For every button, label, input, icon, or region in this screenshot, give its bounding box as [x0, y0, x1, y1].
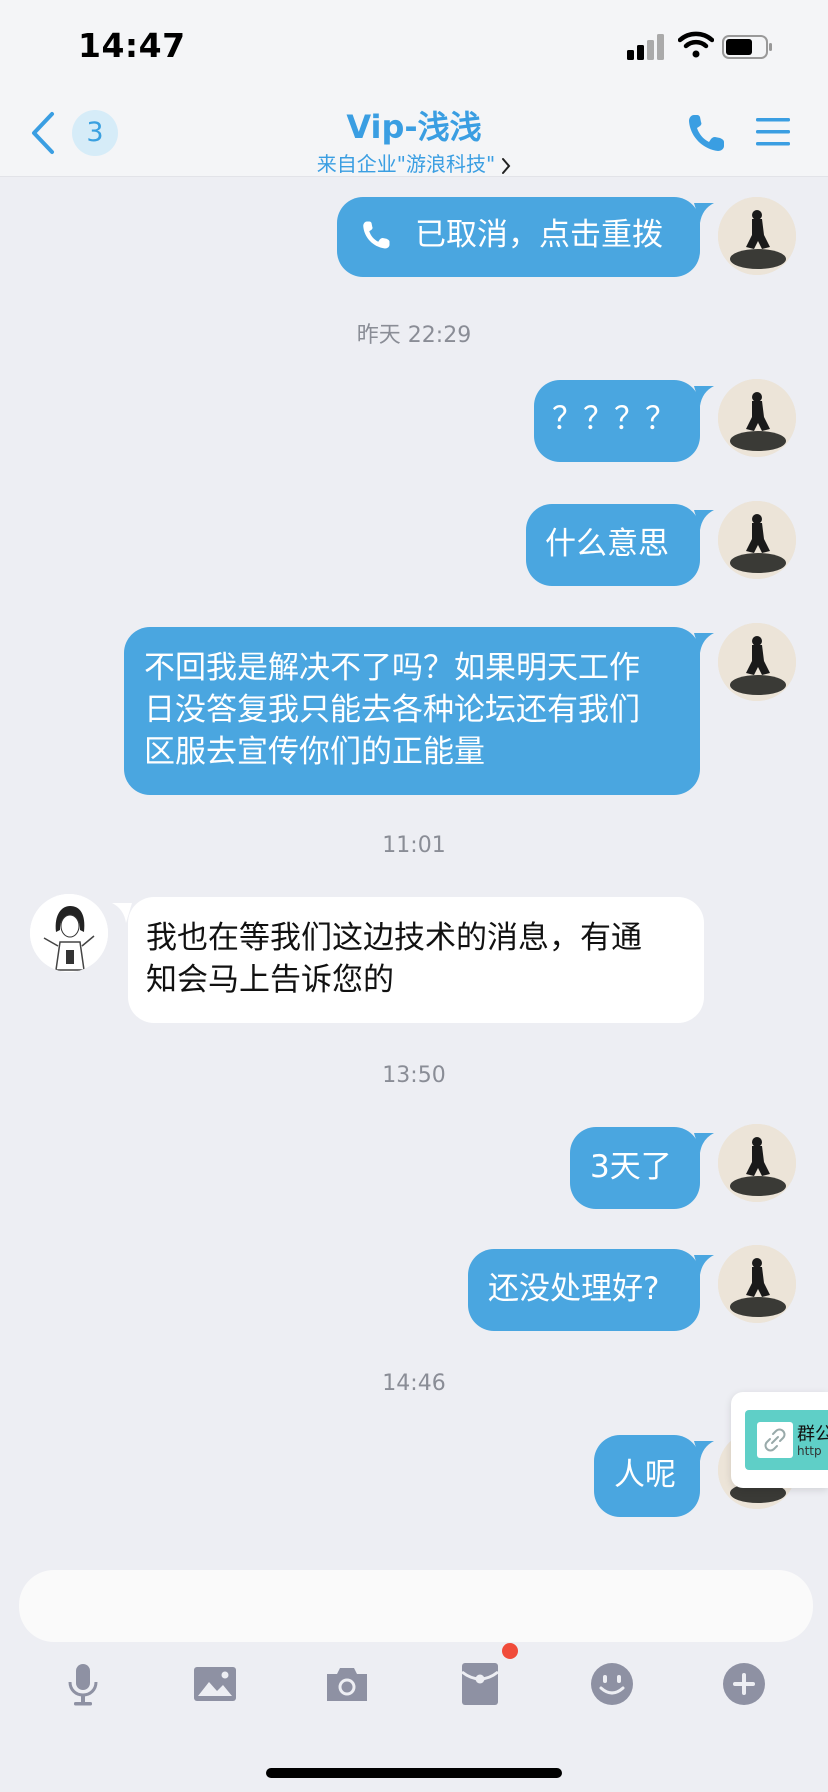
message-text: 什么意思	[545, 526, 669, 562]
avatar[interactable]	[30, 894, 108, 972]
message-text-line: 区服去宣传你们的正能量	[144, 734, 485, 770]
avatar-image	[718, 1245, 796, 1323]
message-text-line: 知会马上告诉您的	[146, 962, 394, 998]
input-area	[0, 1550, 828, 1792]
message-bubble-outgoing[interactable]: 人呢	[594, 1435, 700, 1517]
chat-header: 3 Vip-浅浅 来自企业"游浪科技"	[0, 90, 828, 177]
cellular-signal-icon	[627, 34, 664, 60]
message-bubble-outgoing[interactable]: ？？？？	[534, 380, 700, 462]
message-bubble-outgoing[interactable]: 还没处理好?	[468, 1249, 700, 1331]
message-list[interactable]: 已取消，点击重拨 昨天 22:29 ？？？？ 什么意思 不回我是解决不了吗？如果…	[0, 177, 828, 1550]
avatar[interactable]	[718, 1124, 796, 1202]
emoji-icon[interactable]	[588, 1660, 636, 1708]
chevron-right-icon	[502, 157, 511, 174]
avatar[interactable]	[718, 1245, 796, 1323]
message-bubble-outgoing[interactable]: 不回我是解决不了吗？如果明天工作 日没答复我只能去各种论坛还有我们 区服去宣传你…	[124, 627, 700, 795]
avatar[interactable]	[718, 379, 796, 457]
message-text-line: 不回我是解决不了吗？如果明天工作	[144, 650, 640, 686]
home-indicator	[266, 1768, 562, 1778]
avatar[interactable]	[718, 623, 796, 701]
bubble-tail	[694, 1255, 714, 1275]
wifi-icon	[678, 31, 714, 58]
avatar-image	[30, 894, 108, 972]
link-icon-box	[757, 1422, 793, 1458]
message-text-line: 日没答复我只能去各种论坛还有我们	[144, 692, 640, 728]
status-bar: 14:47	[0, 0, 828, 90]
battery-icon	[722, 35, 772, 59]
message-bubble-outgoing[interactable]: 3天了	[570, 1127, 700, 1209]
timestamp: 14:46	[382, 1371, 446, 1396]
message-text: 3天了	[590, 1149, 672, 1185]
microphone-icon[interactable]	[59, 1660, 107, 1708]
message-bubble-outgoing[interactable]: 什么意思	[526, 504, 700, 586]
plus-icon[interactable]	[720, 1660, 768, 1708]
message-text: ？？？？	[552, 401, 676, 437]
avatar[interactable]	[718, 501, 796, 579]
link-card-body: 群公 http	[745, 1410, 828, 1470]
bubble-tail	[694, 633, 714, 653]
link-icon	[764, 1428, 786, 1452]
chat-subtitle-text: 来自企业"游浪科技"	[316, 152, 496, 176]
link-card-title: 群公	[797, 1424, 828, 1445]
phone-call-icon[interactable]	[686, 112, 726, 154]
phone-icon	[363, 221, 390, 249]
message-text: 人呢	[614, 1457, 676, 1493]
message-input[interactable]	[19, 1570, 813, 1642]
image-icon[interactable]	[191, 1660, 239, 1708]
notification-dot	[502, 1643, 518, 1659]
floating-link-card[interactable]: 群公 http	[731, 1392, 828, 1488]
timestamp: 11:01	[382, 833, 446, 858]
status-time: 14:47	[78, 26, 186, 65]
message-bubble-outgoing[interactable]: 已取消，点击重拨	[337, 197, 700, 277]
message-bubble-incoming[interactable]: 我也在等我们这边技术的消息，有通 知会马上告诉您的	[128, 897, 704, 1023]
message-text-line: 我也在等我们这边技术的消息，有通	[146, 920, 642, 956]
message-text: 已取消，点击重拨	[415, 217, 663, 253]
timestamp: 13:50	[382, 1063, 446, 1088]
avatar[interactable]	[718, 197, 796, 275]
bubble-tail	[694, 386, 714, 406]
menu-icon[interactable]	[756, 116, 790, 148]
avatar-image	[718, 197, 796, 275]
bubble-tail	[694, 510, 714, 530]
avatar-image	[718, 1124, 796, 1202]
avatar-image	[718, 623, 796, 701]
avatar-image	[718, 501, 796, 579]
timestamp: 昨天 22:29	[356, 323, 472, 348]
bubble-tail	[694, 1133, 714, 1153]
bubble-tail	[694, 1441, 714, 1461]
link-card-url: http	[797, 1444, 822, 1458]
bubble-tail	[694, 203, 714, 223]
message-text: 还没处理好?	[488, 1271, 660, 1307]
avatar-image	[718, 379, 796, 457]
red-packet-icon[interactable]	[456, 1660, 504, 1708]
bubble-tail	[112, 903, 132, 923]
camera-icon[interactable]	[323, 1660, 371, 1708]
